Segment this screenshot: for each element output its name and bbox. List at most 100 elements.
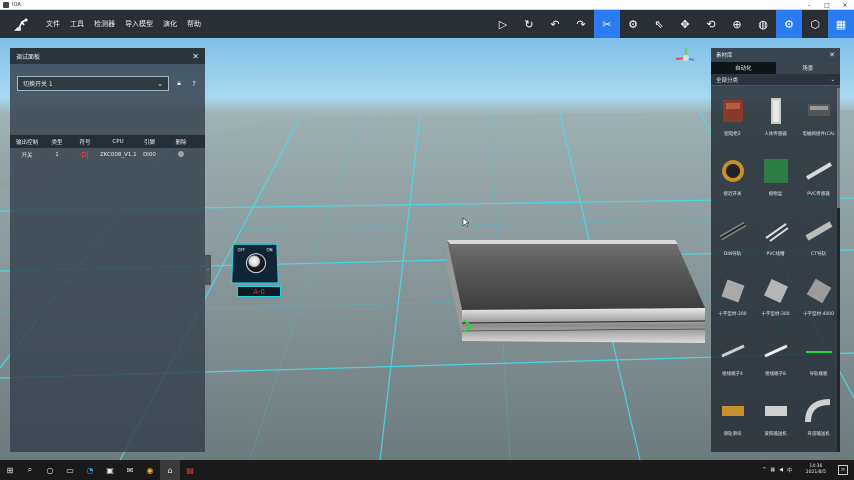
delete-icon[interactable] bbox=[178, 150, 184, 157]
menu-item[interactable]: 文件 bbox=[46, 19, 60, 29]
asset-item[interactable]: 人体传感器 bbox=[754, 94, 797, 151]
chevron-up-icon[interactable]: ^ bbox=[762, 467, 766, 473]
asset-item[interactable]: 十字型材-200 bbox=[711, 274, 754, 331]
asset-item[interactable]: 滑轨滑块 bbox=[711, 394, 754, 451]
asset-item[interactable]: 电磁阀组件(CA) bbox=[797, 94, 840, 151]
minimize-icon[interactable]: – bbox=[800, 0, 818, 10]
asset-item[interactable]: 导轨端板 bbox=[797, 334, 840, 391]
debug-panel: 调试面板 ✕ 切换开关 1 ⌄ 🔒︎ ? 输出控制 类型 符号 CPU 引脚 删除 开关 1… bbox=[10, 48, 205, 452]
lock-icon[interactable]: 🔒︎ bbox=[174, 79, 184, 89]
network-icon[interactable]: ▦ bbox=[770, 467, 775, 473]
mail-icon[interactable]: ✉ bbox=[120, 460, 140, 480]
asset-thumbnail bbox=[716, 394, 750, 428]
column-header: 删除 bbox=[175, 139, 187, 146]
maximize-icon[interactable]: □ bbox=[818, 0, 836, 10]
asset-library-header: 素材库 ✕ bbox=[711, 48, 840, 62]
redo-button[interactable]: ↷ bbox=[568, 10, 594, 38]
switch-device[interactable]: OFF ON A-0 bbox=[230, 243, 282, 299]
settings-button[interactable]: ⚙ bbox=[776, 10, 802, 38]
close-icon[interactable]: ✕ bbox=[192, 52, 199, 61]
column-header: CPU bbox=[112, 138, 124, 145]
asset-item[interactable]: DIN导轨 bbox=[711, 214, 754, 271]
globe-icon: ◍ bbox=[758, 17, 768, 31]
asset-item[interactable]: PVC传感器 bbox=[797, 154, 840, 211]
asset-thumbnail bbox=[759, 214, 793, 248]
category-select[interactable]: 全部分类 ⌄ bbox=[711, 74, 840, 86]
camera-button[interactable]: ⚙ bbox=[620, 10, 646, 38]
taskview-icon[interactable]: ▭ bbox=[60, 460, 80, 480]
recorder-app-icon[interactable]: ▤ bbox=[180, 460, 200, 480]
debug-panel-header: 调试面板 ✕ bbox=[10, 48, 205, 64]
asset-item[interactable]: 十字型材-4000 bbox=[797, 274, 840, 331]
crosshair-button[interactable]: ⊕ bbox=[724, 10, 750, 38]
rotate-button[interactable]: ⟲ bbox=[698, 10, 724, 38]
globe-button[interactable]: ◍ bbox=[750, 10, 776, 38]
asset-item[interactable]: 十字型材-300 bbox=[754, 274, 797, 331]
start-icon[interactable]: ⊞ bbox=[0, 460, 20, 480]
asset-item[interactable]: CT导轨 bbox=[797, 214, 840, 271]
cell-type: 1 bbox=[55, 151, 59, 158]
asset-scrollbar[interactable] bbox=[837, 88, 840, 452]
asset-label: 接线端子4 bbox=[722, 372, 743, 377]
asset-item[interactable]: PVC线槽 bbox=[754, 214, 797, 271]
asset-label: 滑轨滑块 bbox=[723, 432, 742, 437]
table-row[interactable]: 开关 1 -D|- ZKC008_V1.1 DI00 bbox=[10, 148, 205, 161]
switch-off-label: OFF bbox=[237, 247, 246, 253]
panel-collapse-handle[interactable]: ‹ bbox=[205, 255, 211, 285]
system-tray: ^ ▦ ◀ 中 bbox=[762, 460, 792, 480]
asset-label: 十字型材-300 bbox=[761, 312, 790, 317]
device-select-row: 切换开关 1 ⌄ 🔒︎ ? bbox=[17, 76, 205, 91]
cube-button[interactable]: ⬡ bbox=[802, 10, 828, 38]
tools-icon: ✂ bbox=[602, 17, 612, 31]
asset-tab[interactable]: 场景 bbox=[775, 62, 840, 74]
undo-button[interactable]: ↶ bbox=[542, 10, 568, 38]
search-icon[interactable]: ⌕ bbox=[20, 460, 40, 480]
asset-item[interactable]: 滚筒输送机 bbox=[754, 394, 797, 451]
select-cursor-button[interactable]: ⇖ bbox=[646, 10, 672, 38]
asset-thumbnail bbox=[716, 274, 750, 308]
asset-library-title: 素材库 bbox=[716, 53, 733, 59]
asset-item[interactable]: 接近开关 bbox=[711, 154, 754, 211]
switch-knob[interactable] bbox=[245, 253, 267, 274]
column-header: 符号 bbox=[79, 139, 91, 146]
grid-button[interactable]: ▦ bbox=[828, 10, 854, 38]
asset-label: 接线端子8 bbox=[765, 372, 786, 377]
menu-item[interactable]: 演化 bbox=[163, 19, 177, 29]
asset-tab[interactable]: 自动化 bbox=[711, 62, 776, 74]
camera-icon: ⚙ bbox=[628, 17, 638, 31]
store-icon[interactable]: ▣ bbox=[100, 460, 120, 480]
asset-label: 弯道输送机 bbox=[807, 432, 830, 437]
asset-item[interactable]: 接线端子4 bbox=[711, 334, 754, 391]
ioa-app-icon[interactable]: ⌂ bbox=[160, 460, 180, 480]
refresh-icon: ↻ bbox=[524, 17, 534, 31]
notification-icon[interactable]: ≡ bbox=[838, 465, 848, 475]
menu-item[interactable]: 检测器 bbox=[94, 19, 115, 29]
chrome-icon[interactable]: ◉ bbox=[140, 460, 160, 480]
tools-button[interactable]: ✂ bbox=[594, 10, 620, 38]
device-select[interactable]: 切换开关 1 ⌄ bbox=[17, 76, 169, 91]
play-button[interactable]: ▷ bbox=[490, 10, 516, 38]
switch-tag: A-0 bbox=[237, 286, 281, 297]
window-title-bar: IOA – □ ✕ bbox=[0, 0, 854, 10]
close-icon[interactable]: ✕ bbox=[829, 51, 835, 59]
help-icon[interactable]: ? bbox=[189, 79, 199, 89]
move-button[interactable]: ✥ bbox=[672, 10, 698, 38]
clock[interactable]: 14:36 2021/8/5 bbox=[806, 460, 826, 480]
menu-item[interactable]: 工具 bbox=[70, 19, 84, 29]
menu-item[interactable]: 帮助 bbox=[187, 19, 201, 29]
asset-item[interactable]: 配电柜2 bbox=[711, 94, 754, 151]
asset-thumbnail bbox=[759, 394, 793, 428]
asset-item[interactable]: 植物盆 bbox=[754, 154, 797, 211]
close-icon[interactable]: ✕ bbox=[836, 0, 854, 10]
asset-item[interactable]: 接线端子8 bbox=[754, 334, 797, 391]
edge-browser-icon[interactable]: ◔ bbox=[80, 460, 100, 480]
task-view-icon[interactable]: ○ bbox=[40, 460, 60, 480]
refresh-button[interactable]: ↻ bbox=[516, 10, 542, 38]
volume-icon[interactable]: ◀ bbox=[779, 467, 783, 473]
menu-item[interactable]: 导入模型 bbox=[125, 19, 153, 29]
rotate-icon: ⟲ bbox=[706, 17, 716, 31]
chevron-down-icon: ⌄ bbox=[830, 76, 835, 83]
ime-icon[interactable]: 中 bbox=[787, 467, 792, 474]
asset-item[interactable]: 弯道输送机 bbox=[797, 394, 840, 451]
asset-thumbnail bbox=[802, 94, 836, 128]
